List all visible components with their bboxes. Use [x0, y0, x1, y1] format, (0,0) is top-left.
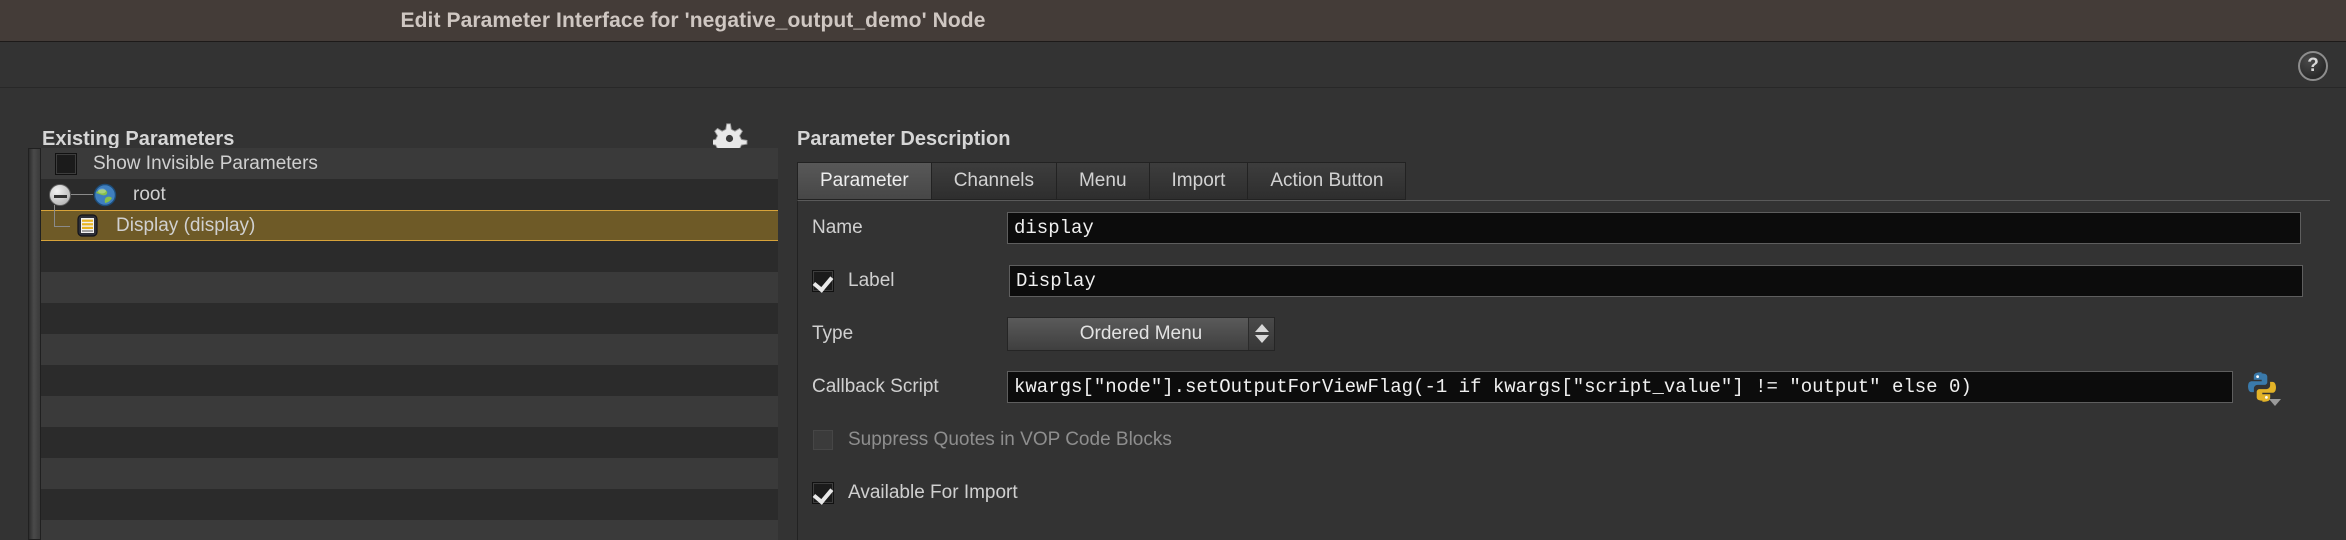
globe-icon — [93, 183, 117, 207]
panel-resize-handle[interactable] — [28, 148, 41, 540]
field-row-type: Type Ordered Menu — [798, 307, 2330, 360]
tab-parameter[interactable]: Parameter — [797, 162, 931, 200]
field-row-label: Label Display — [798, 254, 2330, 307]
tree-empty-row[interactable] — [41, 303, 778, 334]
show-invisible-parameters-label: Show Invisible Parameters — [93, 152, 318, 174]
field-row-available-for-import: Available For Import — [798, 466, 2330, 519]
suppress-quotes-label: Suppress Quotes in VOP Code Blocks — [848, 428, 1172, 450]
tree-item-root-label: root — [133, 183, 166, 205]
label-field-label: Label — [848, 269, 895, 291]
tree-empty-row[interactable] — [41, 365, 778, 396]
name-input[interactable]: display — [1007, 211, 2301, 244]
tree-item-root[interactable]: root — [41, 179, 778, 210]
tree-empty-row[interactable] — [41, 427, 778, 458]
parameter-description-heading: Parameter Description — [797, 128, 1011, 150]
tree-empty-row[interactable] — [41, 334, 778, 365]
tab-channels[interactable]: Channels — [930, 162, 1056, 200]
tree-empty-row[interactable] — [41, 489, 778, 520]
type-dropdown[interactable]: Ordered Menu — [1007, 316, 1275, 351]
toolbar-strip: ? — [0, 43, 2346, 88]
tree-empty-row[interactable] — [41, 458, 778, 489]
python-icon[interactable] — [2245, 370, 2281, 406]
tab-import[interactable]: Import — [1148, 162, 1248, 200]
chevron-down-icon[interactable] — [1254, 335, 1269, 343]
label-enable-checkbox[interactable] — [812, 269, 834, 292]
callback-script-input[interactable]: kwargs["node"].setOutputForViewFlag(-1 i… — [1007, 370, 2233, 403]
window-title: Edit Parameter Interface for 'negative_o… — [400, 8, 986, 32]
tree-line — [71, 194, 93, 195]
type-dropdown-value: Ordered Menu — [1079, 322, 1203, 344]
tree-empty-row[interactable] — [41, 241, 778, 272]
parameter-icon — [75, 213, 100, 238]
existing-parameters-panel: Existing Parameters Show Invisible Param… — [28, 120, 778, 540]
parameter-tree[interactable]: Show Invisible Parameters root Display (… — [41, 148, 778, 540]
callback-script-field-label: Callback Script — [812, 375, 939, 397]
type-dropdown-spinner[interactable] — [1248, 317, 1274, 350]
name-field-label: Name — [812, 216, 863, 238]
chevron-up-icon[interactable] — [1254, 324, 1269, 332]
tab-menu[interactable]: Menu — [1055, 162, 1149, 200]
show-invisible-parameters-row[interactable]: Show Invisible Parameters — [41, 148, 778, 179]
edit-parameter-interface-window: Edit Parameter Interface for 'negative_o… — [0, 0, 2346, 540]
label-input[interactable]: Display — [1009, 264, 2303, 297]
available-for-import-label: Available For Import — [848, 481, 1018, 503]
tree-item-display-label: Display (display) — [116, 214, 256, 236]
parameter-form: Name display Label Display Type Ordered … — [797, 200, 2330, 540]
tree-empty-row[interactable] — [41, 520, 778, 540]
window-title-bar: Edit Parameter Interface for 'negative_o… — [0, 0, 2346, 42]
help-icon[interactable]: ? — [2298, 51, 2328, 81]
tree-empty-row[interactable] — [41, 272, 778, 303]
collapse-expander-icon[interactable] — [49, 183, 71, 206]
suppress-quotes-checkbox[interactable] — [812, 428, 834, 451]
available-for-import-checkbox[interactable] — [812, 481, 834, 504]
tree-indent-guide — [41, 205, 75, 240]
tree-empty-row[interactable] — [41, 396, 778, 427]
field-row-callback-script: Callback Script kwargs["node"].setOutput… — [798, 360, 2330, 413]
field-row-name: Name display — [798, 201, 2330, 254]
field-row-suppress-quotes: Suppress Quotes in VOP Code Blocks — [798, 413, 2330, 466]
tab-action-button[interactable]: Action Button — [1247, 162, 1407, 200]
type-field-label: Type — [812, 322, 854, 344]
show-invisible-parameters-checkbox[interactable] — [55, 152, 77, 175]
python-dropdown-triangle-icon[interactable] — [2269, 398, 2281, 406]
parameter-description-tabs: Parameter Channels Menu Import Action Bu… — [797, 162, 1407, 200]
parameter-description-panel: Parameter Description Parameter Channels… — [795, 120, 2330, 540]
tree-item-display[interactable]: Display (display) — [41, 205, 778, 241]
